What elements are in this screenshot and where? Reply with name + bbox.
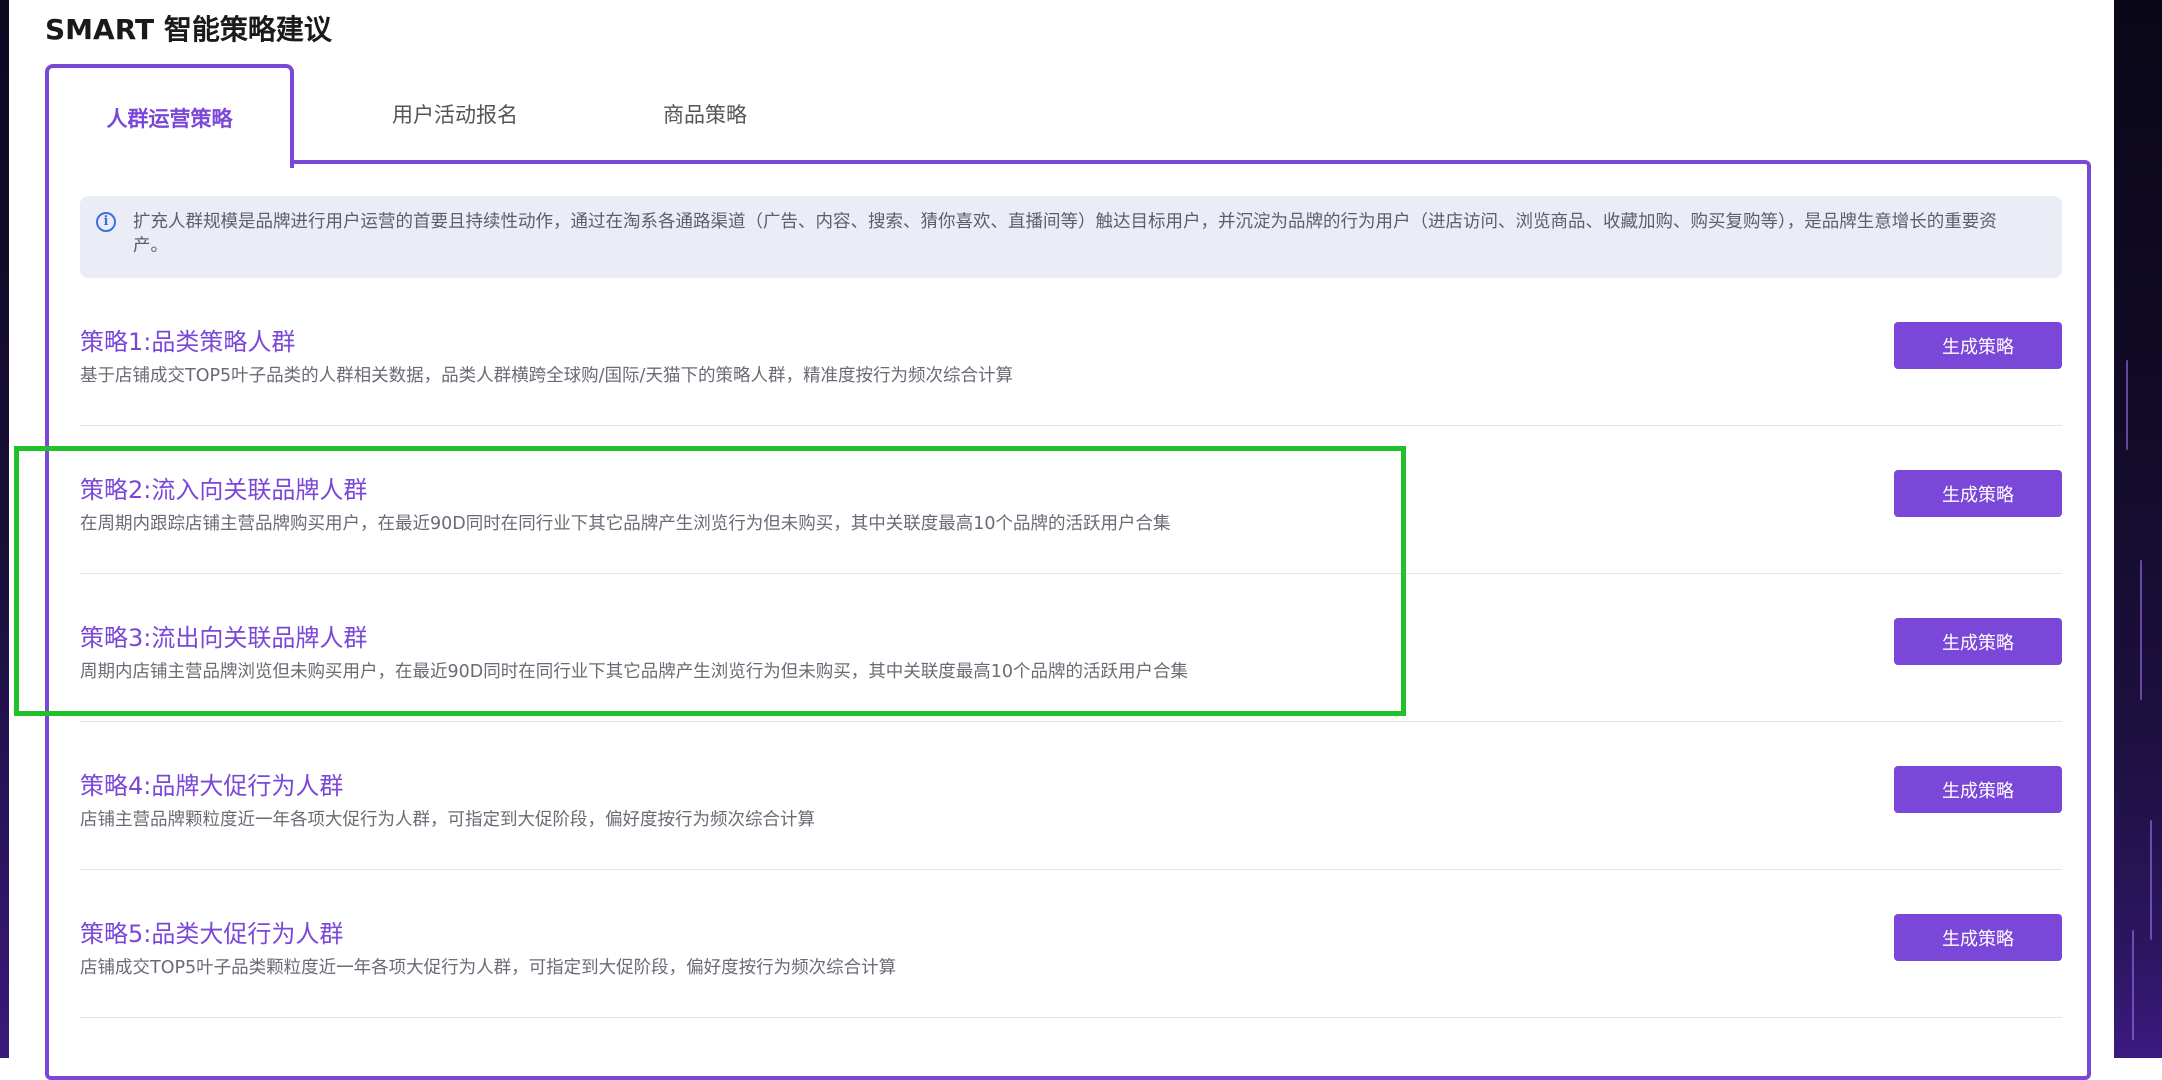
- page-title: SMART 智能策略建议: [45, 13, 332, 46]
- strategy-title: 策略2:流入向关联品牌人群: [80, 476, 368, 504]
- strategy-row: 策略4:品牌大促行为人群 店铺主营品牌颗粒度近一年各项大促行为人群，可指定到大促…: [80, 722, 2062, 870]
- background-sparkle: [2150, 820, 2152, 940]
- background-sparkle: [2132, 930, 2134, 1040]
- generate-strategy-button[interactable]: 生成策略: [1894, 322, 2062, 369]
- strategy-title: 策略1:品类策略人群: [80, 328, 296, 356]
- tab-crowd-operation[interactable]: 人群运营策略: [45, 64, 294, 168]
- strategy-title: 策略4:品牌大促行为人群: [80, 772, 344, 800]
- strategy-description: 基于店铺成交TOP5叶子品类的人群相关数据，品类人群横跨全球购/国际/天猫下的策…: [80, 366, 1013, 386]
- strategy-row: 策略5:品类大促行为人群 店铺成交TOP5叶子品类颗粒度近一年各项大促行为人群，…: [80, 870, 2062, 1018]
- tab-user-activity-signup[interactable]: 用户活动报名: [345, 64, 565, 164]
- strategy-description: 店铺成交TOP5叶子品类颗粒度近一年各项大促行为人群，可指定到大促阶段，偏好度按…: [80, 958, 897, 978]
- strategy-title: 策略5:品类大促行为人群: [80, 920, 344, 948]
- generate-strategy-button[interactable]: 生成策略: [1894, 914, 2062, 961]
- info-banner: i 扩充人群规模是品牌进行用户运营的首要且持续性动作，通过在淘系各通路渠道（广告…: [80, 196, 2062, 278]
- background-sparkle: [2140, 560, 2142, 700]
- generate-strategy-button[interactable]: 生成策略: [1894, 618, 2062, 665]
- tab-product-strategy[interactable]: 商品策略: [595, 64, 815, 164]
- strategy-description: 周期内店铺主营品牌浏览但未购买用户，在最近90D同时在同行业下其它品牌产生浏览行…: [80, 662, 1189, 682]
- info-text: 扩充人群规模是品牌进行用户运营的首要且持续性动作，通过在淘系各通路渠道（广告、内…: [133, 212, 1997, 256]
- background-edge-right: [2114, 0, 2162, 1058]
- background-edge-left: [0, 0, 9, 1058]
- generate-strategy-button[interactable]: 生成策略: [1894, 766, 2062, 813]
- strategy-description: 店铺主营品牌颗粒度近一年各项大促行为人群，可指定到大促阶段，偏好度按行为频次综合…: [80, 810, 815, 830]
- generate-strategy-button[interactable]: 生成策略: [1894, 470, 2062, 517]
- strategy-description: 在周期内跟踪店铺主营品牌购买用户，在最近90D同时在同行业下其它品牌产生浏览行为…: [80, 514, 1171, 534]
- strategy-row: 策略3:流出向关联品牌人群 周期内店铺主营品牌浏览但未购买用户，在最近90D同时…: [80, 574, 2062, 722]
- strategy-row: 策略1:品类策略人群 基于店铺成交TOP5叶子品类的人群相关数据，品类人群横跨全…: [80, 278, 2062, 426]
- info-icon: i: [96, 212, 116, 232]
- strategy-row: 策略2:流入向关联品牌人群 在周期内跟踪店铺主营品牌购买用户，在最近90D同时在…: [80, 426, 2062, 574]
- strategy-title: 策略3:流出向关联品牌人群: [80, 624, 368, 652]
- background-sparkle: [2126, 360, 2128, 450]
